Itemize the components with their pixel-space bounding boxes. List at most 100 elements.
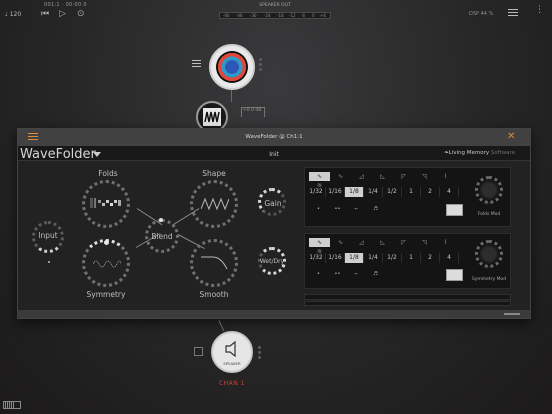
window-title: WaveFolder @ Ch1:1	[245, 134, 303, 140]
wave-sine-button[interactable]: ∿	[309, 172, 330, 181]
play-icon[interactable]: ▷	[59, 9, 66, 19]
wetdry-label: Wet/Dry	[259, 258, 285, 265]
lfo2-sync-button[interactable]	[446, 269, 463, 281]
symmetry-knob[interactable]	[82, 239, 130, 287]
window-footer	[18, 310, 530, 318]
meter-tick: -18	[277, 13, 284, 18]
wave-sine-button[interactable]: ∿	[309, 238, 330, 247]
smooth-label: Smooth	[199, 290, 229, 299]
division-button-selected[interactable]: 1/8	[345, 253, 364, 263]
wave-button[interactable]: ∿	[330, 238, 351, 247]
smooth-curve-icon	[201, 256, 228, 270]
symmetry-dot	[104, 240, 109, 245]
wave-button[interactable]: ◿	[351, 238, 372, 247]
symmetry-wave-icon	[93, 260, 121, 268]
lfo1-sync-button[interactable]	[446, 204, 463, 216]
node-handle[interactable]	[259, 58, 262, 73]
folds-wave-icon	[90, 198, 121, 208]
meter-tick: -12	[289, 13, 296, 18]
division-button[interactable]: 1/16	[326, 187, 345, 197]
indicator-dot	[48, 261, 50, 263]
record-icon[interactable]: ⊙	[77, 9, 85, 19]
division-button[interactable]: 1/32	[307, 253, 326, 263]
tempo-display[interactable]: ♩ 120	[5, 11, 21, 18]
lfo-panel-2: ∿ ∿ ◿ ◺ ◸ ◹ ⌇≋ 1/32 1/16 1/8 1/4 1/2 1 2 4 • •• ⌐ ♬ Symm…	[304, 233, 511, 289]
lfo1-division-row: 1/32 1/16 1/8 1/4 1/2 1 2 4	[307, 187, 472, 197]
symmetry-mod-label: Symmetry Mod	[471, 277, 507, 282]
shape-wave-icon	[201, 197, 229, 211]
wave-button[interactable]: ∿	[330, 172, 351, 181]
pattern-button[interactable]: ••	[328, 270, 347, 279]
smooth-knob[interactable]	[190, 239, 238, 287]
division-button[interactable]: 1/2	[383, 253, 402, 263]
division-button[interactable]: 1/16	[326, 253, 345, 263]
wave-button[interactable]: ◺	[372, 238, 393, 247]
division-button[interactable]: 1/32	[307, 187, 326, 197]
keyboard-icon[interactable]	[3, 401, 21, 409]
close-icon[interactable]: ✕	[507, 131, 515, 142]
dsp-load: DSP 44 %	[469, 11, 494, 17]
speaker-label: SPEAKER	[223, 361, 241, 366]
pattern-button[interactable]: ⌐	[347, 270, 366, 279]
scroll-bar-1[interactable]	[304, 294, 511, 300]
lfo2-division-row: 1/32 1/16 1/8 1/4 1/2 1 2 4	[307, 253, 472, 263]
meter-tick: +6	[320, 13, 326, 18]
pattern-button[interactable]: ••	[328, 205, 347, 214]
pattern-button[interactable]: ♬	[366, 270, 385, 279]
speaker-node[interactable]: SPEAKER	[211, 331, 253, 373]
meter-tick: -6	[301, 13, 305, 18]
division-button-selected[interactable]: 1/8	[345, 187, 364, 197]
division-button[interactable]: 4	[440, 253, 459, 263]
pattern-button[interactable]: ♬	[366, 205, 385, 214]
division-button[interactable]: 2	[421, 187, 440, 197]
division-button[interactable]: 1	[402, 187, 421, 197]
node-handle[interactable]	[258, 346, 261, 361]
division-button[interactable]: 1/2	[383, 187, 402, 197]
instrument-icon	[216, 51, 248, 83]
meter-tick: -36	[250, 13, 257, 18]
division-button[interactable]: 2	[421, 253, 440, 263]
list-icon[interactable]	[508, 9, 518, 18]
vendor-name: Living Memory	[448, 150, 490, 156]
node-menu-icon[interactable]	[192, 60, 201, 69]
division-button[interactable]: 1/4	[364, 187, 383, 197]
pattern-button[interactable]: •	[309, 205, 328, 214]
scroll-bar-2[interactable]	[304, 301, 511, 306]
lfo-panel-1: ∿ ∿ ◿ ◺ ◸ ◹ ⌇≋ 1/32 1/16 1/8 1/4 1/2 1 2 4 • •• ⌐ ♬ Fold…	[304, 167, 511, 227]
division-button[interactable]: 4	[440, 187, 459, 197]
wave-button[interactable]: ◸	[393, 238, 414, 247]
wave-button[interactable]: ◸	[393, 172, 414, 181]
division-button[interactable]: 1/4	[364, 253, 383, 263]
connection-line	[231, 90, 232, 102]
folds-mod-label: Folds Mod	[477, 212, 501, 217]
pattern-button[interactable]: ⌐	[347, 205, 366, 214]
symmetry-mod-knob[interactable]	[475, 240, 503, 268]
wave-button[interactable]: ⌇	[435, 238, 456, 247]
wave-button[interactable]: ◹	[414, 238, 435, 247]
lfo2-pattern-row: • •• ⌐ ♬	[309, 269, 399, 279]
instrument-node[interactable]	[209, 44, 255, 90]
meter-tick: -60	[223, 13, 230, 18]
wave-button[interactable]: ⌇	[435, 172, 456, 181]
wave-button[interactable]: ◺	[372, 172, 393, 181]
division-button[interactable]: 1	[402, 253, 421, 263]
connection-line	[218, 320, 225, 332]
speaker-icon	[225, 340, 236, 358]
wave-button[interactable]: ◹	[414, 172, 435, 181]
meter-title: SPEAKER OUT	[259, 3, 291, 8]
blend-label: Blend	[151, 232, 173, 241]
shape-knob[interactable]	[190, 180, 238, 228]
rewind-icon[interactable]: ⏮	[41, 9, 49, 19]
resize-handle[interactable]	[504, 313, 520, 315]
folds-mod-knob[interactable]	[475, 176, 503, 204]
pattern-button[interactable]: •	[309, 270, 328, 279]
folds-knob[interactable]	[82, 180, 130, 228]
wavefolder-icon	[203, 108, 221, 126]
vendor-suffix: Software	[490, 150, 516, 156]
node-gain-label: +0.0 dB	[243, 108, 262, 113]
more-icon[interactable]: ⋮	[535, 5, 544, 15]
symmetry-label: Symmetry	[86, 290, 126, 299]
output-toggle[interactable]	[194, 347, 203, 356]
wave-button[interactable]: ◿	[351, 172, 372, 181]
vendor-logo: ❧Living Memory Software	[444, 150, 515, 156]
